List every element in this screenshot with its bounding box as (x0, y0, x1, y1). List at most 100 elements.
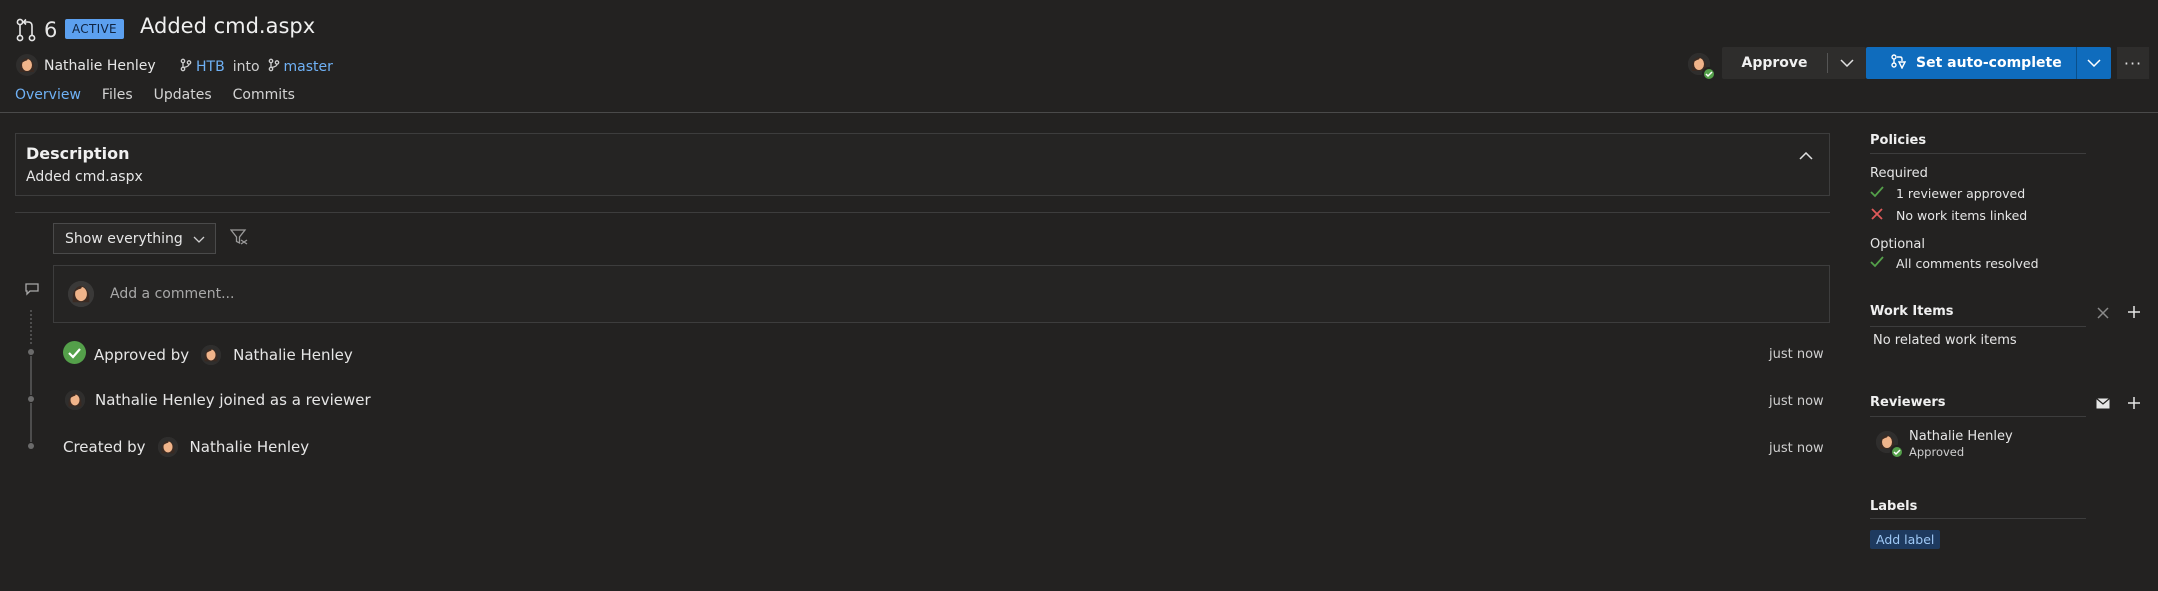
status-badge: ACTIVE (65, 19, 124, 39)
close-icon (1870, 208, 1884, 223)
branch-icon (180, 58, 192, 76)
activity-filter-dropdown[interactable]: Show everything (53, 223, 216, 254)
policy-label: No work items linked (1896, 208, 2028, 223)
work-items-empty: No related work items (1873, 333, 2017, 348)
add-comment-box[interactable]: Add a comment... (53, 265, 1830, 323)
policy-label: 1 reviewer approved (1896, 186, 2026, 201)
autocomplete-icon (1890, 53, 1907, 73)
source-branch-link[interactable]: HTB (196, 59, 225, 75)
chevron-down-icon (2087, 55, 2101, 71)
plus-icon (2127, 396, 2141, 414)
comment-placeholder: Add a comment... (110, 286, 235, 302)
autocomplete-options-button[interactable] (2077, 47, 2111, 79)
header-divider (0, 112, 2158, 113)
reviewer-avatar (1876, 431, 1904, 459)
tab-commits[interactable]: Commits (233, 87, 295, 109)
timeline-line (30, 403, 32, 442)
timeline-dot (28, 396, 34, 402)
reviewer-item[interactable] (1876, 431, 1904, 459)
plus-icon (2127, 305, 2141, 323)
reviewer-status: Approved (1909, 445, 1965, 459)
timeline-user-name[interactable]: Nathalie Henley (233, 346, 353, 364)
timeline-dot (28, 349, 34, 355)
more-actions-button[interactable]: ··· (2117, 47, 2149, 79)
collapse-description-button[interactable] (1796, 146, 1816, 166)
policy-item[interactable]: All comments resolved (1870, 256, 2039, 271)
approve-options-button[interactable] (1828, 47, 1866, 79)
tab-updates[interactable]: Updates (154, 87, 212, 109)
reviewer-name[interactable]: Nathalie Henley (1909, 429, 2013, 444)
filter-icon (229, 229, 248, 249)
user-avatar[interactable] (201, 344, 222, 365)
section-divider (1870, 416, 2086, 417)
section-divider (15, 212, 1830, 213)
timeline-timestamp: just now (1769, 347, 1824, 362)
email-reviewers-button[interactable] (2094, 396, 2112, 414)
close-icon (2097, 307, 2109, 323)
chevron-down-icon (1840, 55, 1854, 71)
user-avatar[interactable] (157, 437, 178, 457)
tab-files[interactable]: Files (102, 87, 133, 109)
set-autocomplete-button[interactable]: Set auto-complete (1866, 47, 2076, 79)
timeline-dot (28, 443, 34, 449)
timeline-text: Created by (63, 438, 146, 456)
timeline-timestamp: just now (1769, 441, 1824, 456)
description-card: Description Added cmd.aspx (15, 133, 1830, 196)
current-user-avatar (68, 281, 94, 307)
approve-button-group: Approve (1722, 47, 1866, 79)
timeline-text: Nathalie Henley joined as a reviewer (95, 391, 371, 409)
timeline-item-created: Created by Nathalie Henley (63, 437, 309, 457)
target-branch-link[interactable]: master (284, 59, 333, 75)
labels-heading: Labels (1870, 499, 1918, 514)
timeline-connector (30, 310, 32, 344)
pr-id: 6 (44, 18, 58, 42)
add-work-item-button[interactable] (2125, 305, 2143, 323)
chevron-down-icon (193, 231, 205, 247)
timeline-text: Approved by (94, 345, 190, 364)
set-autocomplete-label: Set auto-complete (1916, 55, 2062, 71)
author-name[interactable]: Nathalie Henley (44, 58, 156, 74)
filter-selected-value: Show everything (65, 230, 183, 247)
check-icon (1870, 186, 1884, 201)
comment-icon (24, 282, 40, 300)
required-label: Required (1870, 166, 1928, 181)
policy-item[interactable]: No work items linked (1870, 208, 2027, 223)
branch-icon (268, 58, 280, 76)
section-divider (1870, 153, 2086, 154)
timeline-line (30, 356, 32, 395)
policies-heading: Policies (1870, 133, 1927, 148)
check-icon (1870, 256, 1884, 271)
optional-label: Optional (1870, 237, 1925, 252)
approve-button[interactable]: Approve (1722, 47, 1827, 79)
filter-button[interactable] (225, 225, 253, 253)
timeline-item-joined: Nathalie Henley joined as a reviewer (65, 390, 371, 410)
branch-info: HTB into master (180, 58, 333, 76)
page-title: Added cmd.aspx (140, 14, 316, 38)
add-label-button[interactable]: Add label (1870, 530, 1941, 549)
work-items-heading: Work Items (1870, 304, 1954, 319)
description-text: Added cmd.aspx (26, 169, 143, 185)
timeline-timestamp: just now (1769, 394, 1824, 409)
author-avatar[interactable] (16, 54, 38, 80)
user-avatar[interactable] (65, 390, 85, 410)
policy-label: All comments resolved (1896, 256, 2039, 271)
tab-overview[interactable]: Overview (15, 87, 81, 109)
approved-check-icon (63, 341, 86, 368)
reviewers-heading: Reviewers (1870, 395, 1946, 410)
section-divider (1870, 326, 2086, 327)
approved-check-icon (1702, 67, 1716, 81)
mail-icon (2096, 397, 2110, 413)
tab-bar: Overview Files Updates Commits (15, 87, 295, 109)
timeline-user-name[interactable]: Nathalie Henley (190, 438, 310, 456)
reviewer-avatar[interactable] (1688, 53, 1716, 81)
section-divider (1870, 518, 2086, 519)
autocomplete-button-group: Set auto-complete (1866, 47, 2111, 79)
add-reviewer-button[interactable] (2125, 396, 2143, 414)
remove-work-item-button[interactable] (2094, 306, 2112, 324)
timeline-item-approved: Approved by Nathalie Henley (63, 341, 353, 368)
pull-request-icon (15, 17, 37, 43)
chevron-up-icon (1799, 148, 1813, 164)
policy-item[interactable]: 1 reviewer approved (1870, 186, 2025, 201)
description-heading: Description (26, 144, 130, 163)
into-label: into (232, 59, 260, 75)
